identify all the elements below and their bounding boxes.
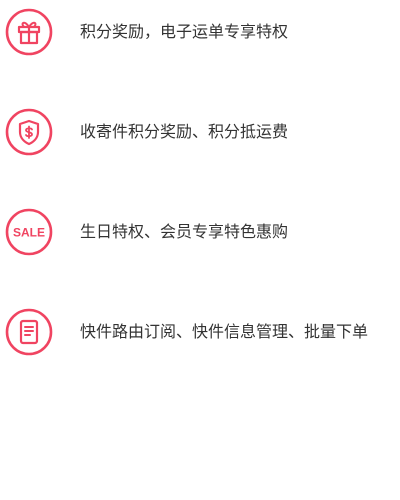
benefit-label: 收寄件积分奖励、积分抵运费: [80, 122, 289, 141]
document-icon: [5, 308, 53, 356]
gift-icon: [5, 8, 53, 56]
sale-icon: SALE: [5, 208, 53, 256]
benefit-item-points: 积分奖励，电子运单专享特权: [0, 4, 400, 60]
benefit-label: 生日特权、会员专享特色惠购: [80, 222, 289, 241]
benefits-list: 积分奖励，电子运单专享特权 收寄件积分奖励、积分抵运费 SALE 生日特权、会员…: [0, 0, 400, 500]
shield-dollar-icon: [5, 108, 53, 156]
benefit-item-birthday: SALE 生日特权、会员专享特色惠购: [0, 204, 400, 260]
sale-icon-text: SALE: [13, 226, 45, 240]
benefit-label: 积分奖励，电子运单专享特权: [80, 22, 289, 41]
benefit-label: 快件路由订阅、快件信息管理、批量下单: [80, 322, 369, 341]
benefit-item-tracking: 快件路由订阅、快件信息管理、批量下单: [0, 304, 400, 360]
benefit-item-shipping: 收寄件积分奖励、积分抵运费: [0, 104, 400, 160]
